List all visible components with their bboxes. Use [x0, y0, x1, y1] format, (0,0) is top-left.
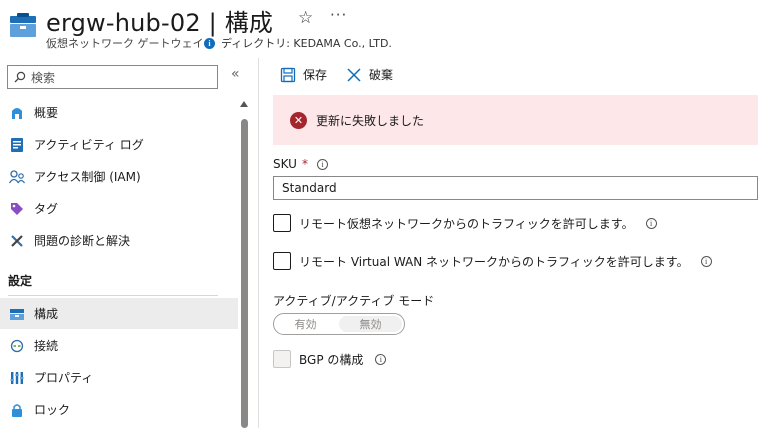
directory-info: i ディレクトリ: KEDAMA Co., LTD.: [204, 35, 392, 51]
sidebar-item-label: 概要: [34, 106, 59, 120]
tag-icon: [9, 201, 25, 217]
sidebar-item-label: アクセス制御 (IAM): [34, 170, 141, 184]
info-icon: i: [204, 37, 215, 49]
sidebar-item-locks[interactable]: ロック: [0, 394, 238, 425]
discard-button[interactable]: 破棄: [346, 66, 393, 83]
info-icon[interactable]: i: [645, 217, 657, 229]
allow-remote-vwan-checkbox[interactable]: リモート Virtual WAN ネットワークからのトラフィックを許可します。 …: [273, 252, 712, 270]
activity-log-icon: [9, 137, 25, 153]
sidebar-item-label: 構成: [34, 307, 59, 321]
sku-label: SKU: [273, 157, 297, 171]
iam-icon: [9, 169, 25, 185]
error-message: 更新に失敗しました: [316, 113, 425, 128]
save-icon: [280, 67, 296, 82]
sidebar-item-tags[interactable]: タグ: [0, 193, 238, 224]
sidebar-item-label: 問題の診断と解決: [34, 234, 131, 248]
favorite-star-icon[interactable]: ☆: [298, 8, 313, 28]
resource-type-subtitle: 仮想ネットワーク ゲートウェイ: [46, 37, 204, 50]
sidebar-item-label: アクティビティ ログ: [34, 138, 144, 152]
checkbox-label: BGP の構成: [299, 352, 364, 367]
bgp-checkbox[interactable]: BGP の構成 i: [273, 350, 387, 368]
page-title: ergw-hub-02 | 構成: [46, 9, 274, 37]
info-icon[interactable]: i: [375, 353, 387, 365]
section-divider: [8, 295, 218, 296]
sidebar-item-label: ロック: [34, 403, 71, 417]
sidebar-item-label: 接続: [34, 339, 59, 353]
sidebar-item-configuration[interactable]: 構成: [0, 298, 238, 329]
checkbox-label: リモート Virtual WAN ネットワークからのトラフィックを許可します。: [299, 254, 689, 269]
save-label: 保存: [303, 68, 328, 82]
diagnose-icon: [9, 233, 25, 249]
discard-label: 破棄: [369, 68, 394, 82]
active-active-toggle[interactable]: 有効 無効: [273, 313, 405, 335]
sidebar-search-input[interactable]: 検索: [7, 65, 218, 89]
panel-divider: [258, 58, 259, 428]
info-icon[interactable]: i: [700, 255, 712, 267]
collapse-sidebar-icon[interactable]: «: [231, 66, 240, 82]
settings-section-heading: 設定: [8, 274, 33, 288]
sidebar-scrollbar[interactable]: [241, 119, 248, 428]
toggle-enabled-option[interactable]: 有効: [274, 314, 337, 334]
required-marker: *: [301, 157, 308, 171]
sku-label-row: SKU * i: [273, 157, 328, 171]
checkbox[interactable]: [273, 350, 291, 368]
directory-text: ディレクトリ: KEDAMA Co., LTD.: [221, 37, 392, 50]
gateway-resource-icon: [8, 11, 38, 41]
connections-icon: [9, 338, 25, 354]
search-placeholder: 検索: [31, 70, 56, 85]
info-icon[interactable]: i: [316, 158, 328, 170]
sidebar-item-diagnose[interactable]: 問題の診断と解決: [0, 225, 238, 256]
active-active-label: アクティブ/アクティブ モード: [273, 294, 435, 308]
lock-icon: [9, 402, 25, 418]
sidebar-item-activity-log[interactable]: アクティビティ ログ: [0, 129, 238, 160]
sidebar-item-properties[interactable]: プロパティ: [0, 362, 238, 393]
scroll-up-arrow[interactable]: [240, 101, 248, 107]
sku-value: Standard: [282, 181, 337, 195]
allow-remote-vnet-checkbox[interactable]: リモート仮想ネットワークからのトラフィックを許可します。 i: [273, 214, 657, 232]
sidebar-item-iam[interactable]: アクセス制御 (IAM): [0, 161, 238, 192]
toggle-disabled-option[interactable]: 無効: [339, 316, 402, 332]
sidebar-item-overview[interactable]: 概要: [0, 97, 238, 128]
checkbox-label: リモート仮想ネットワークからのトラフィックを許可します。: [299, 216, 634, 231]
sidebar-item-label: タグ: [34, 202, 59, 216]
save-button[interactable]: 保存: [280, 66, 327, 83]
search-icon: [14, 71, 26, 83]
checkbox[interactable]: [273, 252, 291, 270]
sidebar-item-connections[interactable]: 接続: [0, 330, 238, 361]
checkbox[interactable]: [273, 214, 291, 232]
error-icon: ✕: [290, 111, 307, 129]
configuration-icon: [9, 306, 25, 322]
sidebar-item-label: プロパティ: [34, 371, 94, 385]
close-icon: [347, 67, 361, 82]
sku-dropdown[interactable]: Standard: [273, 176, 758, 200]
overview-icon: [9, 105, 25, 121]
error-banner: ✕ 更新に失敗しました: [273, 95, 758, 145]
more-options-icon[interactable]: ···: [330, 6, 347, 24]
properties-icon: [9, 370, 25, 386]
